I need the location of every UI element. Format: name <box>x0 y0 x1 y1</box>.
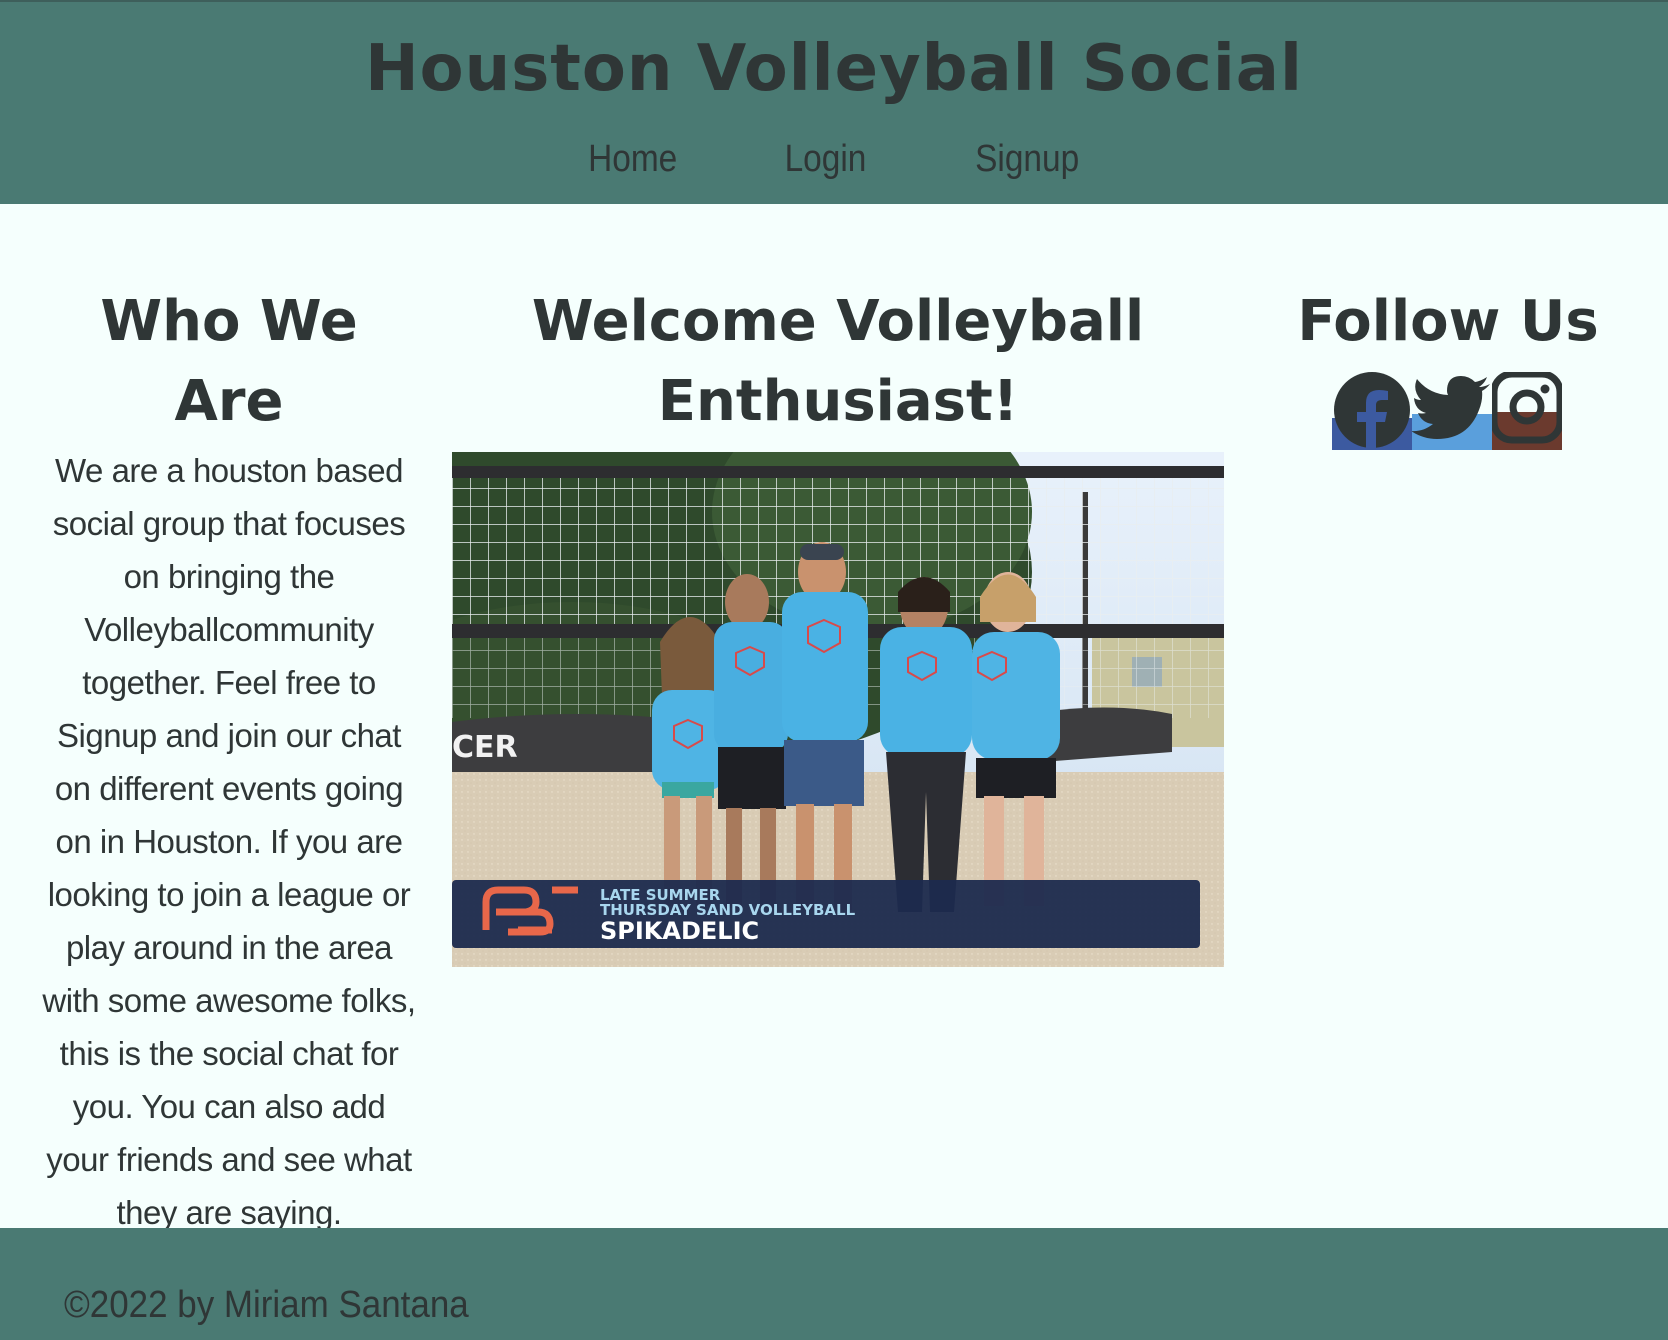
facebook-icon <box>1332 372 1412 450</box>
twitter-link[interactable] <box>1411 372 1492 450</box>
about-heading: Who We Are <box>100 289 358 434</box>
photo-sign-text: CER <box>452 730 518 765</box>
about-section: Who We Are We are a houston based social… <box>40 282 418 1239</box>
welcome-heading: Welcome Volleyball Enthusiast! <box>531 289 1145 434</box>
follow-heading: Follow Us <box>1297 289 1599 354</box>
team-photo: CER LATE SUMMER THURSDAY SAND VOLLEYBALL… <box>452 452 1224 967</box>
site-footer: ©2022 by Miriam Santana <box>0 1228 1668 1340</box>
copyright-text: ©2022 by Miriam Santana <box>64 1284 469 1326</box>
follow-section: Follow Us <box>1290 282 1606 362</box>
social-links <box>1332 370 1564 450</box>
photo-banner-line3: SPIKADELIC <box>600 917 759 945</box>
site-title: Houston Volleyball Social <box>365 32 1303 106</box>
welcome-section: Welcome Volleyball Enthusiast! <box>452 282 1224 442</box>
instagram-icon <box>1490 370 1564 450</box>
nav-signup-link[interactable]: Signup <box>975 138 1079 181</box>
about-text: We are a houston based social group that… <box>42 452 416 1231</box>
nav-home-link[interactable]: Home <box>588 138 677 181</box>
twitter-icon <box>1411 376 1492 450</box>
facebook-link[interactable] <box>1332 372 1412 450</box>
instagram-link[interactable] <box>1490 370 1564 450</box>
nav-login-link[interactable]: Login <box>785 138 867 181</box>
site-header: Houston Volleyball Social Home Login Sig… <box>0 0 1668 204</box>
main-nav: Home Login Signup <box>0 138 1668 181</box>
